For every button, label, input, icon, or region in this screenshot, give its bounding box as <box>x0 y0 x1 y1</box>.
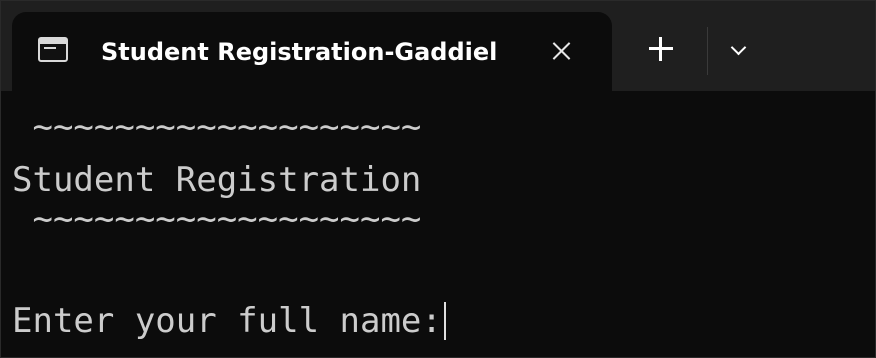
name-prompt-line[interactable]: Enter your full name: <box>12 301 446 342</box>
tilde-line-bottom: ~~~~~~~~~~~~~~~~~~~ <box>12 199 422 239</box>
chevron-down-icon[interactable] <box>727 38 751 62</box>
title-bar: Student Registration-Gaddiel <box>1 1 875 92</box>
terminal-icon-prompt <box>44 47 56 49</box>
tab-title: Student Registration-Gaddiel <box>101 38 498 66</box>
tilde-line-top: ~~~~~~~~~~~~~~~~~~~ <box>12 107 422 147</box>
terminal-window: Student Registration-Gaddiel ~~~~~~~~~~~… <box>0 0 876 358</box>
plus-icon[interactable] <box>646 34 676 64</box>
terminal-icon <box>38 37 68 62</box>
terminal-tab[interactable]: Student Registration-Gaddiel <box>12 12 612 92</box>
text-cursor <box>443 301 446 340</box>
registration-heading: Student Registration <box>12 160 422 200</box>
terminal-output[interactable]: ~~~~~~~~~~~~~~~~~~~ Student Registration… <box>1 91 875 357</box>
toolbar-divider <box>707 27 708 75</box>
name-prompt-text: Enter your full name: <box>12 301 442 341</box>
close-icon[interactable] <box>546 36 576 66</box>
